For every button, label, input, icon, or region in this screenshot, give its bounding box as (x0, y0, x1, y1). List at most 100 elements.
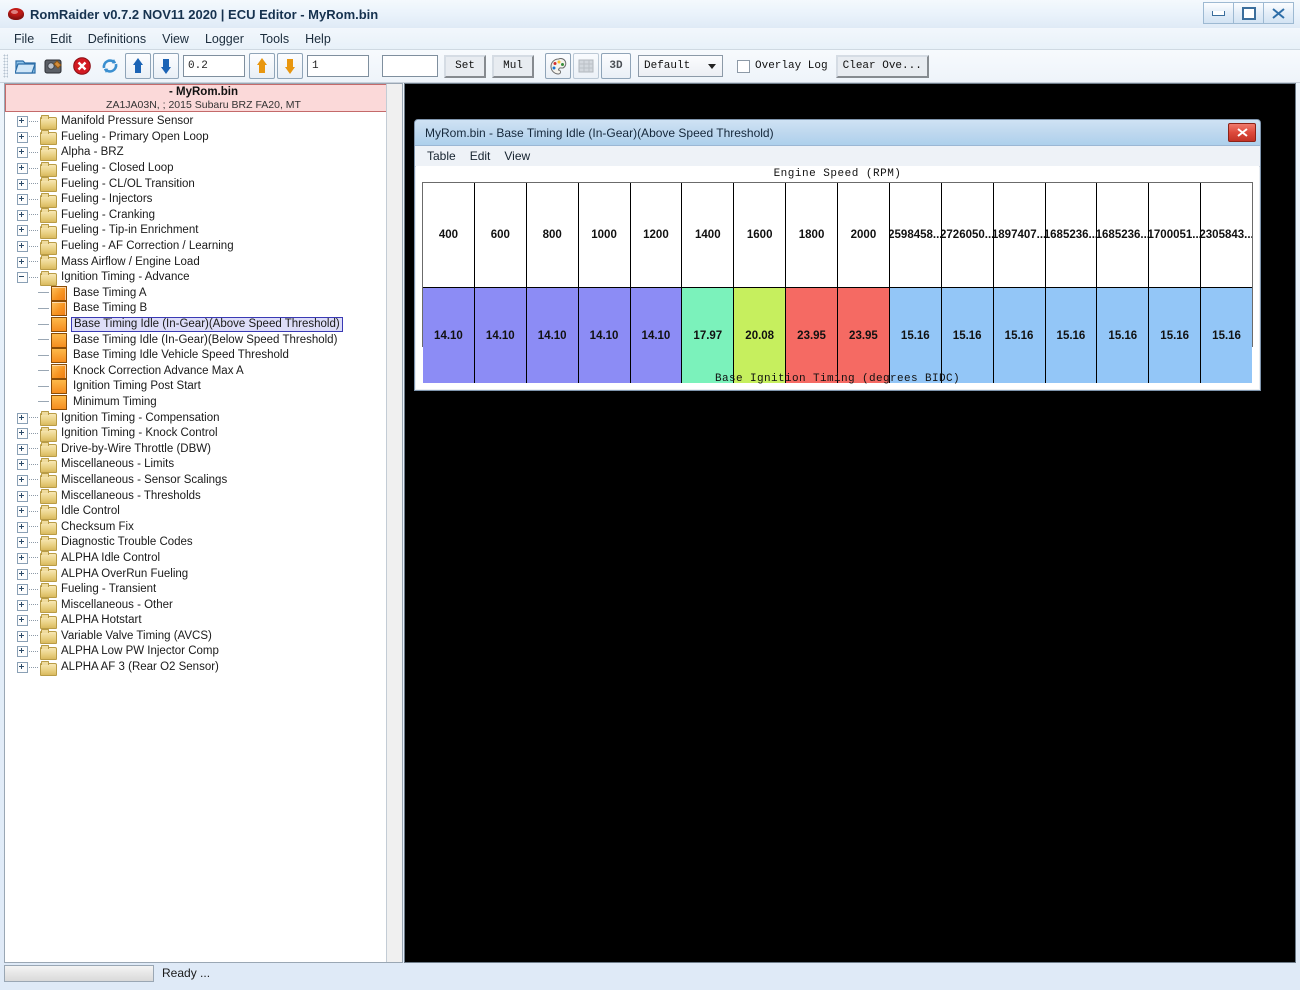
clear-overlay-button[interactable]: Clear Ove... (835, 54, 929, 78)
collapse-icon[interactable] (17, 272, 28, 284)
expand-icon[interactable] (17, 474, 28, 486)
tree-node[interactable]: Ignition Timing - Knock Control (5, 426, 402, 442)
tree-node[interactable]: Miscellaneous - Sensor Scalings (5, 473, 402, 489)
tree-node[interactable]: Ignition Timing - Compensation (5, 410, 402, 427)
color-palette-icon[interactable] (545, 53, 571, 79)
expand-icon[interactable] (17, 412, 28, 424)
menu-logger[interactable]: Logger (197, 30, 252, 48)
tree-node[interactable]: ALPHA Low PW Injector Comp (5, 644, 402, 660)
tree-node[interactable]: Minimum Timing (5, 394, 402, 411)
expand-icon[interactable] (17, 241, 28, 253)
table-header-cell[interactable]: 1200 (630, 183, 683, 288)
coarse-decrease-button[interactable] (153, 53, 179, 79)
menu-definitions[interactable]: Definitions (80, 30, 154, 48)
expand-icon[interactable] (17, 147, 28, 159)
expand-icon[interactable] (17, 163, 28, 175)
tree-node[interactable]: ALPHA OverRun Fueling (5, 566, 402, 583)
tree-node[interactable]: Miscellaneous - Other (5, 597, 402, 614)
rom-header[interactable]: - MyRom.bin ZA1JA03N, ; 2015 Subaru BRZ … (5, 84, 402, 112)
table-data-cell[interactable]: 15.16 (1201, 288, 1252, 383)
menu-edit[interactable]: Edit (42, 30, 80, 48)
table-data-cell[interactable]: 20.08 (734, 288, 787, 383)
table-header-cell[interactable]: 1800 (786, 183, 838, 288)
tree-node[interactable]: Miscellaneous - Limits (5, 457, 402, 473)
table-header-cell[interactable]: 2000 (838, 183, 890, 288)
table-header-cell[interactable]: 400 (423, 183, 475, 288)
tree-node[interactable]: Ignition Timing Post Start (5, 379, 402, 395)
tree-node[interactable]: Idle Control (5, 504, 402, 520)
minimize-icon[interactable] (1203, 2, 1234, 24)
expand-icon[interactable] (17, 584, 28, 596)
table-data-cell[interactable]: 15.16 (1097, 288, 1150, 383)
table-data-cell[interactable]: 14.10 (474, 288, 527, 383)
tree-node[interactable]: Fueling - CL/OL Transition (5, 176, 402, 193)
sidebar-scrollbar[interactable] (386, 84, 402, 962)
expand-icon[interactable] (17, 568, 28, 580)
tree-node[interactable]: Drive-by-Wire Throttle (DBW) (5, 441, 402, 458)
table-data-cell[interactable]: 15.16 (1149, 288, 1202, 383)
expand-icon[interactable] (17, 615, 28, 627)
tree-node[interactable]: Ignition Timing - Advance (5, 270, 402, 286)
table-data-cell[interactable]: 14.10 (578, 288, 631, 383)
expand-icon[interactable] (17, 630, 28, 642)
expand-icon[interactable] (17, 490, 28, 502)
table-header-cell[interactable]: 1700051... (1149, 183, 1202, 288)
table-data-cell[interactable]: 15.16 (889, 288, 942, 383)
tree-node[interactable]: Knock Correction Advance Max A (5, 363, 402, 380)
expand-icon[interactable] (17, 459, 28, 471)
menu-view[interactable]: View (154, 30, 197, 48)
table-menu-table[interactable]: Table (420, 148, 463, 164)
table-header-cell[interactable]: 1897407... (993, 183, 1046, 288)
table-menu-view[interactable]: View (497, 148, 537, 164)
expand-icon[interactable] (17, 209, 28, 221)
coarse-value-input[interactable]: 0.2 (183, 55, 245, 77)
table-data-cell[interactable]: 14.10 (630, 288, 683, 383)
table-header-cell[interactable]: 1685236... (1097, 183, 1150, 288)
tree-node[interactable]: Fueling - Injectors (5, 192, 402, 208)
table-header-cell[interactable]: 2726050... (941, 183, 994, 288)
expand-icon[interactable] (17, 521, 28, 533)
toolbar-grip[interactable] (3, 54, 8, 78)
menu-tools[interactable]: Tools (252, 30, 297, 48)
tree-node[interactable]: Fueling - Cranking (5, 208, 402, 224)
set-value-input[interactable] (382, 55, 438, 77)
save-image-icon[interactable] (41, 53, 67, 79)
multiply-button[interactable]: Mul (492, 54, 534, 78)
menu-file[interactable]: File (6, 30, 42, 48)
table-header-cell[interactable]: 1000 (578, 183, 631, 288)
tree-node[interactable]: Mass Airflow / Engine Load (5, 254, 402, 271)
table-window-titlebar[interactable]: MyRom.bin - Base Timing Idle (In-Gear)(A… (415, 120, 1260, 146)
table-data-cell[interactable]: 23.95 (838, 288, 890, 383)
tree-node[interactable]: Fueling - Tip-in Enrichment (5, 223, 402, 239)
tree-node[interactable]: ALPHA Idle Control (5, 551, 402, 567)
expand-icon[interactable] (17, 194, 28, 206)
table-menu-edit[interactable]: Edit (463, 148, 498, 164)
open-image-icon[interactable] (13, 53, 39, 79)
tree-node[interactable]: Fueling - Closed Loop (5, 161, 402, 177)
fine-decrease-button[interactable] (277, 53, 303, 79)
fine-value-input[interactable]: 1 (307, 55, 369, 77)
overlay-log-checkbox[interactable]: Overlay Log (737, 59, 828, 73)
coarse-increase-button[interactable] (125, 53, 151, 79)
expand-icon[interactable] (17, 428, 28, 440)
close-icon[interactable] (1263, 2, 1294, 24)
expand-icon[interactable] (17, 599, 28, 611)
set-button[interactable]: Set (444, 54, 486, 78)
table-data-cell[interactable]: 15.16 (1045, 288, 1098, 383)
tree-node[interactable]: Base Timing Idle (In-Gear)(Below Speed T… (5, 332, 402, 348)
expand-icon[interactable] (17, 646, 28, 658)
expand-icon[interactable] (17, 552, 28, 564)
table-data-cell[interactable]: 14.10 (526, 288, 579, 383)
tree-node[interactable]: Alpha - BRZ (5, 145, 402, 161)
expand-icon[interactable] (17, 662, 28, 674)
tree-node[interactable]: Base Timing B (5, 301, 402, 317)
table-data-cell[interactable]: 14.10 (423, 288, 475, 383)
table-header-cell[interactable]: 1600 (734, 183, 787, 288)
table-header-cell[interactable]: 600 (474, 183, 527, 288)
fine-increase-button[interactable] (249, 53, 275, 79)
table-header-cell[interactable]: 2305843... (1201, 183, 1252, 288)
table-data-cell[interactable]: 15.16 (993, 288, 1046, 383)
tree-node[interactable]: Base Timing Idle Vehicle Speed Threshold (5, 348, 402, 364)
table-data-cell[interactable]: 17.97 (682, 288, 735, 383)
expand-icon[interactable] (17, 131, 28, 143)
